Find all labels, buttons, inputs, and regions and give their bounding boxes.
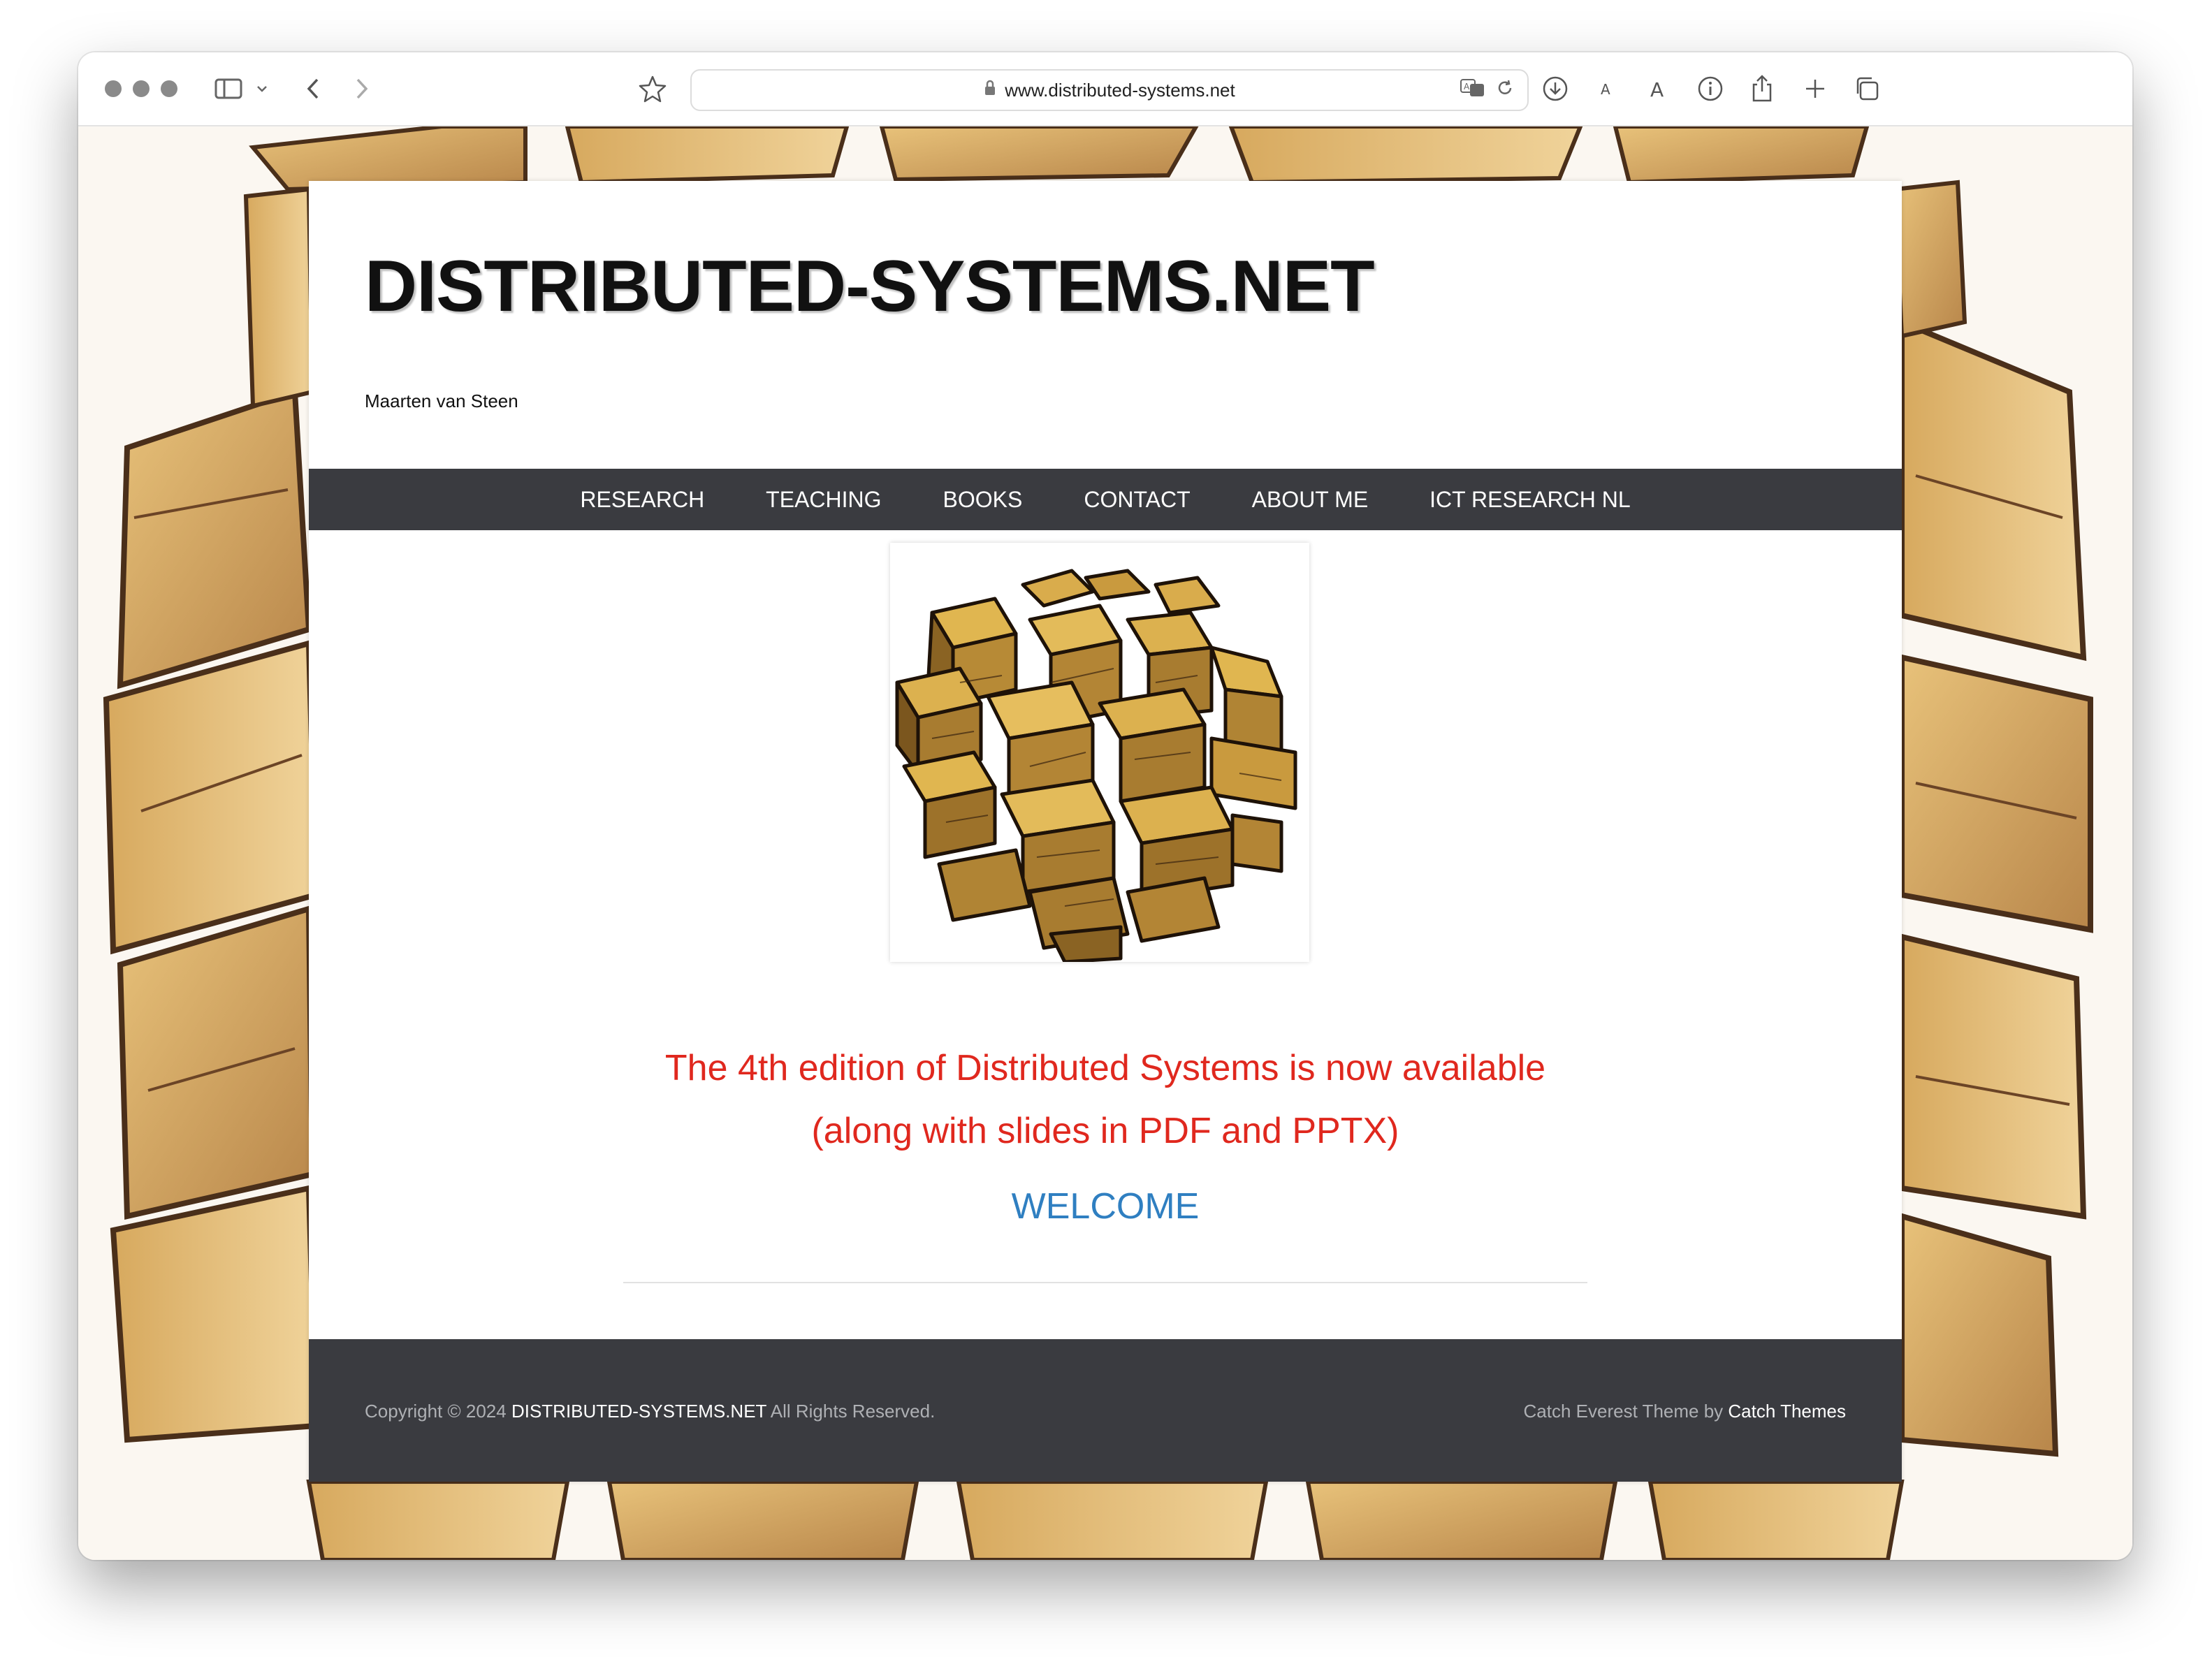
info-icon[interactable]: [1695, 71, 1726, 107]
rights-text: All Rights Reserved.: [770, 1401, 936, 1422]
browser-window: www.distributed-systems.net A A A DISTRI…: [78, 52, 2132, 1560]
address-bar[interactable]: www.distributed-systems.net A: [690, 69, 1529, 111]
wooden-cube-puzzle-illustration: [895, 569, 1297, 962]
nav-item-books[interactable]: BOOKS: [912, 487, 1054, 513]
close-window-button[interactable]: [105, 80, 122, 97]
site-footer: Copyright © 2024 DISTRIBUTED-SYSTEMS.NET…: [309, 1339, 1902, 1482]
content-divider: [623, 1282, 1587, 1283]
sidebar-icon[interactable]: [211, 71, 246, 107]
footer-site-link[interactable]: DISTRIBUTED-SYSTEMS.NET: [511, 1401, 766, 1422]
forward-icon[interactable]: [348, 71, 376, 107]
nav-item-teaching[interactable]: TEACHING: [735, 487, 912, 513]
tab-overview-icon[interactable]: [1851, 71, 1882, 107]
site-title[interactable]: DISTRIBUTED-SYSTEMS.NET: [365, 245, 1375, 328]
download-icon[interactable]: [1540, 71, 1571, 107]
theme-author-link[interactable]: Catch Themes: [1728, 1401, 1846, 1422]
lock-icon: [984, 80, 996, 101]
zoom-window-button[interactable]: [161, 80, 177, 97]
translate-icon[interactable]: A: [1460, 78, 1485, 103]
copyright-text: Copyright © 2024: [365, 1401, 507, 1422]
text-smaller-icon[interactable]: A: [1596, 71, 1617, 107]
footer-theme-credit: Catch Everest Theme by Catch Themes: [1524, 1401, 1846, 1422]
svg-text:A: A: [1601, 81, 1610, 97]
chevron-down-icon[interactable]: [253, 71, 271, 107]
nav-item-contact[interactable]: CONTACT: [1053, 487, 1221, 513]
new-tab-icon[interactable]: [1800, 71, 1831, 107]
reload-icon[interactable]: [1495, 78, 1515, 103]
footer-copyright: Copyright © 2024 DISTRIBUTED-SYSTEMS.NET…: [365, 1401, 935, 1422]
svg-text:A: A: [1650, 78, 1664, 99]
share-icon[interactable]: [1747, 71, 1777, 107]
minimize-window-button[interactable]: [133, 80, 150, 97]
edition-announcement-line1[interactable]: The 4th edition of Distributed Systems i…: [309, 1047, 1902, 1089]
edition-announcement-line2[interactable]: (along with slides in PDF and PPTX): [309, 1110, 1902, 1152]
nav-item-research[interactable]: RESEARCH: [549, 487, 735, 513]
site-tagline: Maarten van Steen: [365, 391, 518, 411]
theme-text: Catch Everest Theme by: [1523, 1401, 1724, 1422]
site-container: DISTRIBUTED-SYSTEMS.NET Maarten van Stee…: [309, 181, 1902, 1482]
url-text: www.distributed-systems.net: [1005, 79, 1235, 101]
welcome-heading: WELCOME: [1011, 1186, 1200, 1227]
favorite-star-icon[interactable]: [637, 71, 668, 107]
main-navigation: RESEARCH TEACHING BOOKS CONTACT ABOUT ME…: [309, 469, 1902, 530]
svg-text:A: A: [1464, 82, 1470, 92]
nav-item-ict-research-nl[interactable]: ICT RESEARCH NL: [1399, 487, 1661, 513]
text-larger-icon[interactable]: A: [1646, 71, 1671, 107]
back-icon[interactable]: [299, 71, 327, 107]
browser-toolbar: www.distributed-systems.net A A A: [78, 52, 2132, 126]
nav-item-about-me[interactable]: ABOUT ME: [1221, 487, 1399, 513]
book-cover-image[interactable]: [890, 543, 1309, 962]
page-viewport: DISTRIBUTED-SYSTEMS.NET Maarten van Stee…: [78, 126, 2132, 1560]
